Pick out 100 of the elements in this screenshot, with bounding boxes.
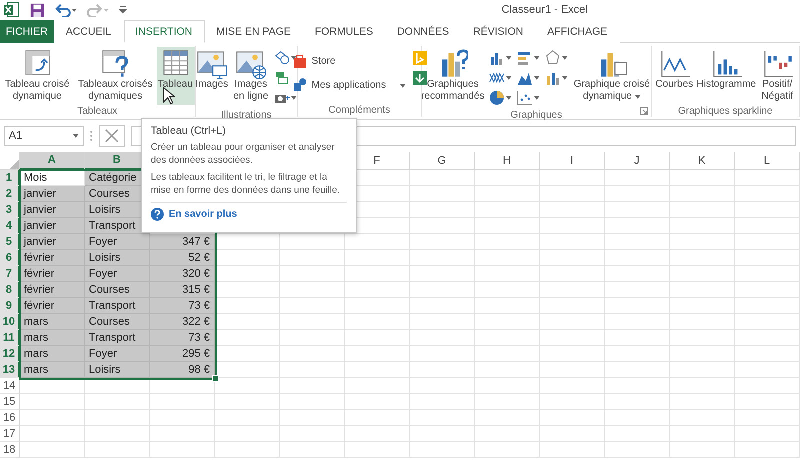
table-cell: janvier bbox=[20, 234, 85, 250]
ribbon-button[interactable]: Tableau croisé dynamique bbox=[0, 47, 74, 105]
column-header[interactable]: A bbox=[20, 152, 85, 170]
table-cell: mars bbox=[20, 314, 85, 330]
tooltip-text: Les tableaux facilitent le tri, le filtrage et la mise en forme des données dans une feuille. bbox=[151, 172, 342, 197]
row-header[interactable]: 10 bbox=[0, 314, 20, 330]
row-header[interactable]: 6 bbox=[0, 250, 20, 266]
group-label: Graphiques bbox=[510, 109, 562, 122]
group-label: Compléments bbox=[328, 104, 390, 117]
pie-chart-icon bbox=[489, 90, 505, 106]
table-cell: Transport bbox=[85, 298, 150, 314]
row-header[interactable]: 7 bbox=[0, 266, 20, 282]
shapes-icon bbox=[274, 50, 290, 66]
scatter-chart-icon bbox=[517, 90, 533, 106]
ribbon-button[interactable]: Positif/Négatif bbox=[758, 47, 796, 105]
column-header[interactable]: I bbox=[540, 152, 605, 170]
caret-icon bbox=[562, 76, 568, 80]
row-header[interactable]: 3 bbox=[0, 202, 20, 218]
ribbon-button[interactable]: Images en ligne bbox=[231, 47, 271, 105]
group-label: Tableaux bbox=[77, 105, 118, 118]
pivot-table-question-icon bbox=[100, 49, 130, 79]
row-header[interactable]: 1 bbox=[0, 170, 20, 186]
mouse-pointer-icon bbox=[163, 87, 175, 105]
picture-globe-icon bbox=[236, 49, 266, 79]
table-cell: Foyer bbox=[85, 346, 150, 362]
row-header[interactable]: 9 bbox=[0, 298, 20, 314]
tooltip-title: Tableau (Ctrl+L) bbox=[151, 125, 227, 137]
picture-icon bbox=[197, 49, 227, 79]
row-header[interactable]: 2 bbox=[0, 186, 20, 202]
caret-icon bbox=[291, 96, 297, 100]
table-cell: Foyer bbox=[85, 234, 150, 250]
save-icon[interactable] bbox=[30, 2, 45, 18]
table-cell: Loisirs bbox=[85, 250, 150, 266]
redo-icon[interactable] bbox=[87, 3, 109, 17]
table-cell: mars bbox=[20, 330, 85, 346]
column-header[interactable]: H bbox=[475, 152, 540, 170]
column-header[interactable]: K bbox=[670, 152, 735, 170]
smartart-icon bbox=[274, 70, 290, 86]
column-header[interactable]: G bbox=[410, 152, 475, 170]
dialog-launcher-icon[interactable] bbox=[640, 107, 648, 115]
caret-icon bbox=[562, 56, 568, 60]
table-cell: février bbox=[20, 266, 85, 282]
row-header[interactable]: 11 bbox=[0, 330, 20, 346]
caret-icon bbox=[506, 76, 512, 80]
learn-more-link[interactable]: En savoir plus bbox=[151, 208, 347, 221]
people-graph-icon bbox=[412, 70, 428, 86]
cancel-button[interactable] bbox=[99, 125, 125, 147]
row-header[interactable]: 12 bbox=[0, 346, 20, 362]
table-cell: Foyer bbox=[85, 266, 150, 282]
ribbon-button[interactable]: Courbes bbox=[654, 47, 694, 105]
row-header[interactable]: 8 bbox=[0, 282, 20, 298]
column-header[interactable]: J bbox=[605, 152, 670, 170]
table-cell: Courses bbox=[85, 314, 150, 330]
table-cell: Courses bbox=[85, 282, 150, 298]
column-chart-icon bbox=[489, 50, 505, 66]
table-cell: 320 € bbox=[150, 266, 215, 282]
window-title: Classeur1 - Excel bbox=[502, 4, 588, 16]
dropdown-caret-icon bbox=[73, 134, 79, 138]
row-header[interactable]: 5 bbox=[0, 234, 20, 250]
ribbon-tab[interactable]: INSERTION bbox=[124, 20, 204, 43]
name-box[interactable]: A1 bbox=[4, 126, 84, 146]
table-cell: janvier bbox=[20, 186, 85, 202]
group-label: Illustrations bbox=[221, 109, 272, 122]
caret-icon bbox=[634, 95, 641, 99]
ribbon-button[interactable]: Histogramme bbox=[696, 47, 758, 105]
win-loss-sparkline-icon bbox=[762, 49, 792, 79]
table-cell: février bbox=[20, 298, 85, 314]
table-cell: 52 € bbox=[150, 250, 215, 266]
customize-icon[interactable] bbox=[119, 6, 127, 14]
table-cell: janvier bbox=[20, 218, 85, 234]
ribbon-button[interactable]: Images bbox=[194, 47, 230, 105]
ribbon-tab[interactable]: FICHIER bbox=[0, 20, 54, 43]
table-cell: 295 € bbox=[150, 346, 215, 362]
column-sparkline-icon bbox=[712, 49, 742, 79]
bar-chart-icon bbox=[517, 50, 533, 66]
ribbon-button[interactable]: Tableaux croisés dynamiques bbox=[76, 47, 156, 105]
ribbon-button[interactable]: Store bbox=[288, 51, 410, 71]
line-sparkline-icon bbox=[660, 49, 690, 79]
caret-icon bbox=[534, 96, 540, 100]
row-header[interactable]: 4 bbox=[0, 218, 20, 234]
group-label: Graphiques sparkline bbox=[678, 105, 773, 118]
table-cell: février bbox=[20, 250, 85, 266]
combo-chart-icon bbox=[545, 70, 561, 86]
ribbon-button[interactable]: Graphique croisé dynamique bbox=[571, 47, 653, 105]
help-icon bbox=[151, 208, 164, 221]
undo-icon[interactable] bbox=[55, 3, 77, 17]
grip-icon bbox=[90, 130, 93, 142]
table-cell: 347 € bbox=[150, 234, 215, 250]
ribbon-button[interactable]: Mes applications bbox=[288, 75, 410, 95]
close-icon bbox=[105, 129, 119, 143]
table-cell: Loisirs bbox=[85, 362, 150, 378]
bing-icon bbox=[412, 50, 428, 66]
caret-icon bbox=[534, 56, 540, 60]
scatter-line-icon bbox=[489, 70, 505, 86]
excel-logo-icon[interactable] bbox=[4, 2, 20, 18]
ribbon-button[interactable]: Tableau bbox=[156, 47, 194, 105]
table-cell: Transport bbox=[85, 330, 150, 346]
ribbon-button[interactable]: Graphiques recommandés bbox=[420, 47, 486, 105]
column-header[interactable]: L bbox=[735, 152, 800, 170]
row-header[interactable]: 13 bbox=[0, 362, 20, 378]
